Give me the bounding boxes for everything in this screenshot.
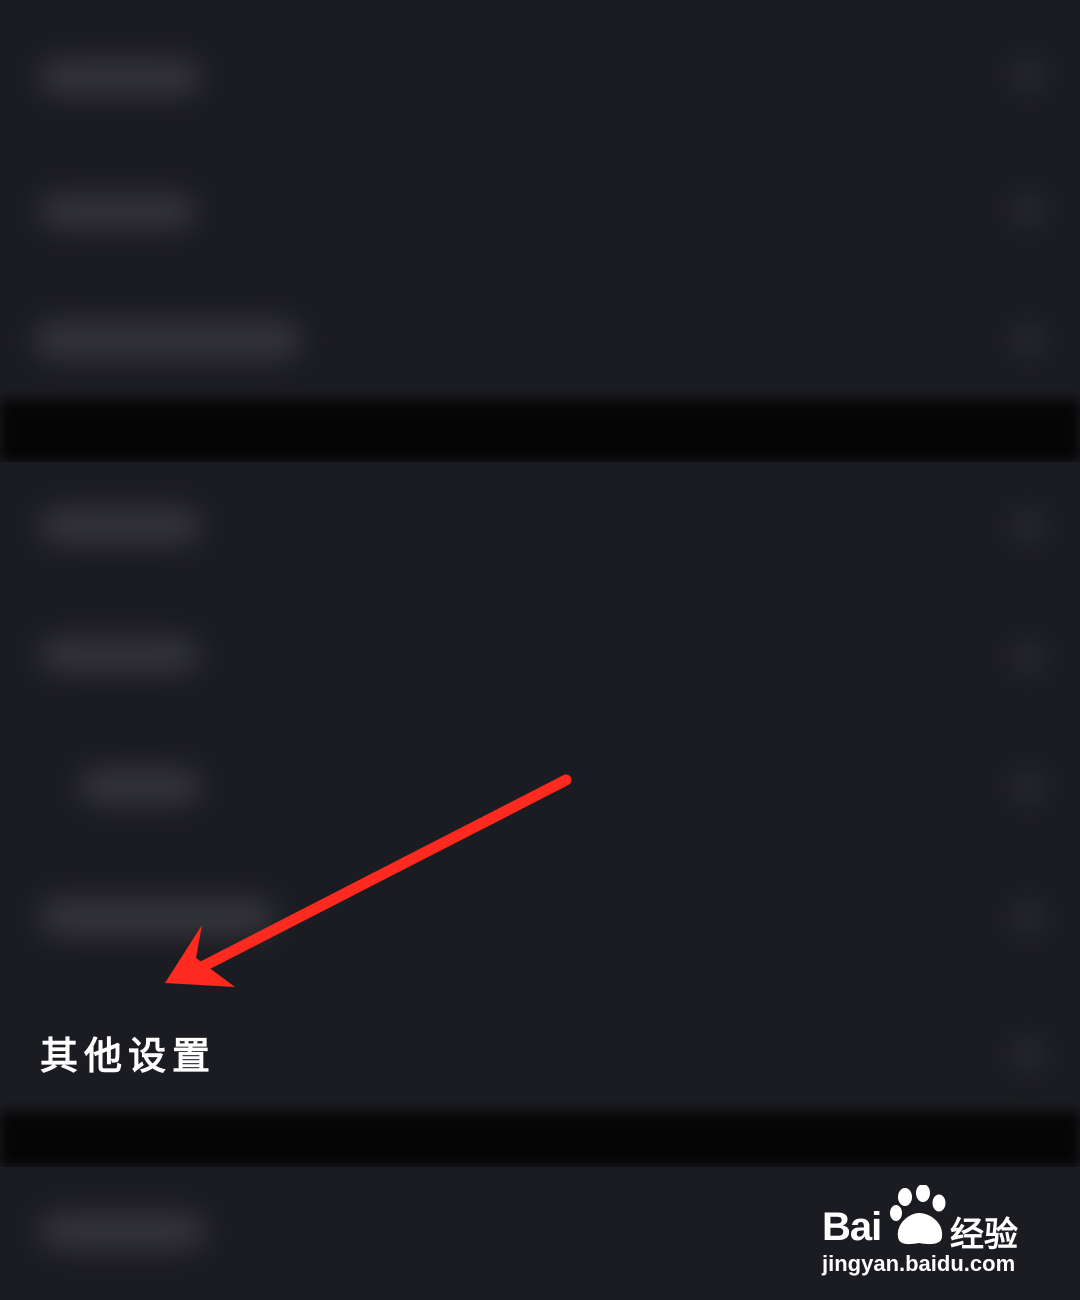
blurred-setting-row[interactable] <box>0 170 1080 250</box>
blurred-setting-row[interactable] <box>0 487 1080 567</box>
section-divider <box>0 400 1080 462</box>
watermark-product: 经验 <box>950 1215 1018 1255</box>
blurred-setting-row[interactable] <box>0 877 1080 957</box>
blurred-setting-row[interactable] <box>0 300 1080 380</box>
section-divider <box>0 1112 1080 1167</box>
settings-screen: 其他设置 Baidu 经验 jingyan.baidu.com <box>0 0 1080 1300</box>
blurred-setting-row[interactable] <box>0 747 1080 827</box>
baidu-jingyan-watermark: Baidu 经验 jingyan.baidu.com <box>822 1185 1022 1280</box>
settings-group-middle <box>0 462 1080 1112</box>
blurred-setting-row[interactable] <box>0 35 1080 115</box>
blurred-setting-row[interactable] <box>0 617 1080 697</box>
settings-group-top <box>0 0 1080 400</box>
watermark-url: jingyan.baidu.com <box>822 1251 1016 1276</box>
other-settings-label[interactable]: 其他设置 <box>40 1025 216 1080</box>
baidu-paw-icon <box>890 1185 946 1245</box>
